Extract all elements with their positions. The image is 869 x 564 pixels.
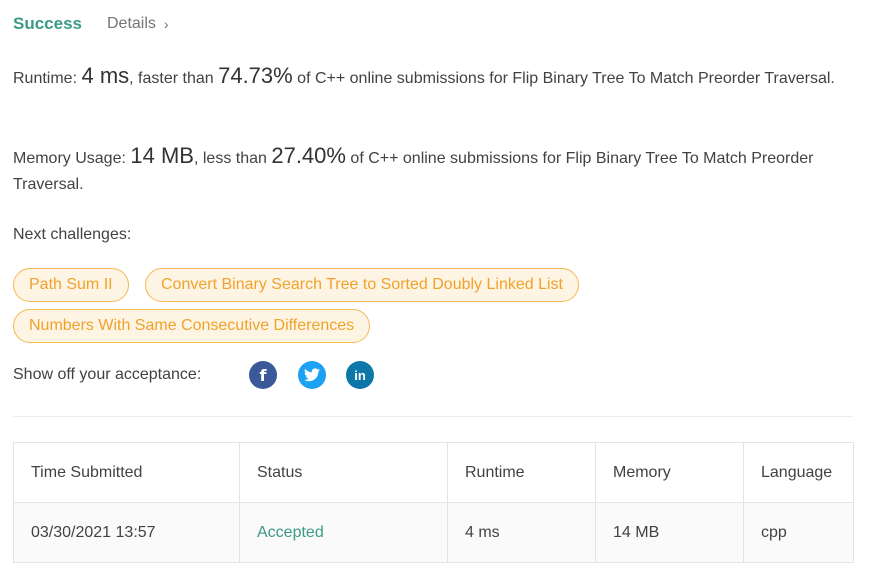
cell-runtime: 4 ms [447, 502, 596, 563]
column-header-memory: Memory [595, 442, 744, 503]
memory-middle: , less than [193, 150, 272, 167]
column-header-runtime: Runtime [447, 442, 596, 503]
cell-language: cpp [743, 502, 854, 563]
runtime-percent: 74.73% [218, 63, 293, 88]
linkedin-icon[interactable]: in [346, 361, 374, 389]
cell-status-link[interactable]: Accepted [239, 502, 448, 563]
column-header-status: Status [239, 442, 448, 503]
details-link[interactable]: Details › [107, 15, 169, 33]
memory-stat: Memory Usage: 14 MB, less than 27.40% of… [13, 143, 843, 198]
cell-memory: 14 MB [595, 502, 744, 563]
share-label: Show off your acceptance: [13, 366, 202, 383]
details-label: Details [107, 15, 156, 32]
memory-value: 14 MB [130, 143, 194, 168]
linkedin-glyph: in [354, 367, 366, 383]
section-divider [13, 416, 853, 417]
result-header: Success Details › [13, 12, 169, 36]
challenge-chip-path-sum-ii[interactable]: Path Sum II [13, 268, 129, 302]
share-section: Show off your acceptance: f in [13, 361, 374, 389]
column-header-language: Language [743, 442, 854, 503]
table-header-row: Time Submitted Status Runtime Memory Lan… [13, 442, 854, 503]
challenge-chip-convert-bst-to-dll[interactable]: Convert Binary Search Tree to Sorted Dou… [145, 268, 579, 302]
runtime-stat: Runtime: 4 ms, faster than 74.73% of C++… [13, 63, 843, 92]
column-header-time-submitted: Time Submitted [13, 442, 240, 503]
next-challenges-label: Next challenges: [13, 226, 132, 243]
chevron-right-icon: › [163, 16, 169, 32]
twitter-icon[interactable] [298, 361, 326, 389]
challenge-chip-numbers-same-consecutive-diff[interactable]: Numbers With Same Consecutive Difference… [13, 309, 371, 343]
submission-status: Success [13, 14, 82, 33]
runtime-suffix: of C++ online submissions for Flip Binar… [292, 70, 835, 87]
facebook-icon[interactable]: f [249, 361, 277, 389]
runtime-prefix: Runtime: [13, 70, 82, 87]
submission-table: Time Submitted Status Runtime Memory Lan… [13, 442, 854, 563]
runtime-value: 4 ms [81, 63, 130, 88]
memory-prefix: Memory Usage: [13, 150, 131, 167]
memory-percent: 27.40% [271, 143, 346, 168]
runtime-middle: , faster than [129, 70, 219, 87]
facebook-glyph: f [259, 365, 267, 385]
cell-time-submitted: 03/30/2021 13:57 [13, 502, 240, 563]
twitter-bird-glyph [304, 368, 320, 382]
table-row: 03/30/2021 13:57 Accepted 4 ms 14 MB cpp [13, 502, 854, 563]
